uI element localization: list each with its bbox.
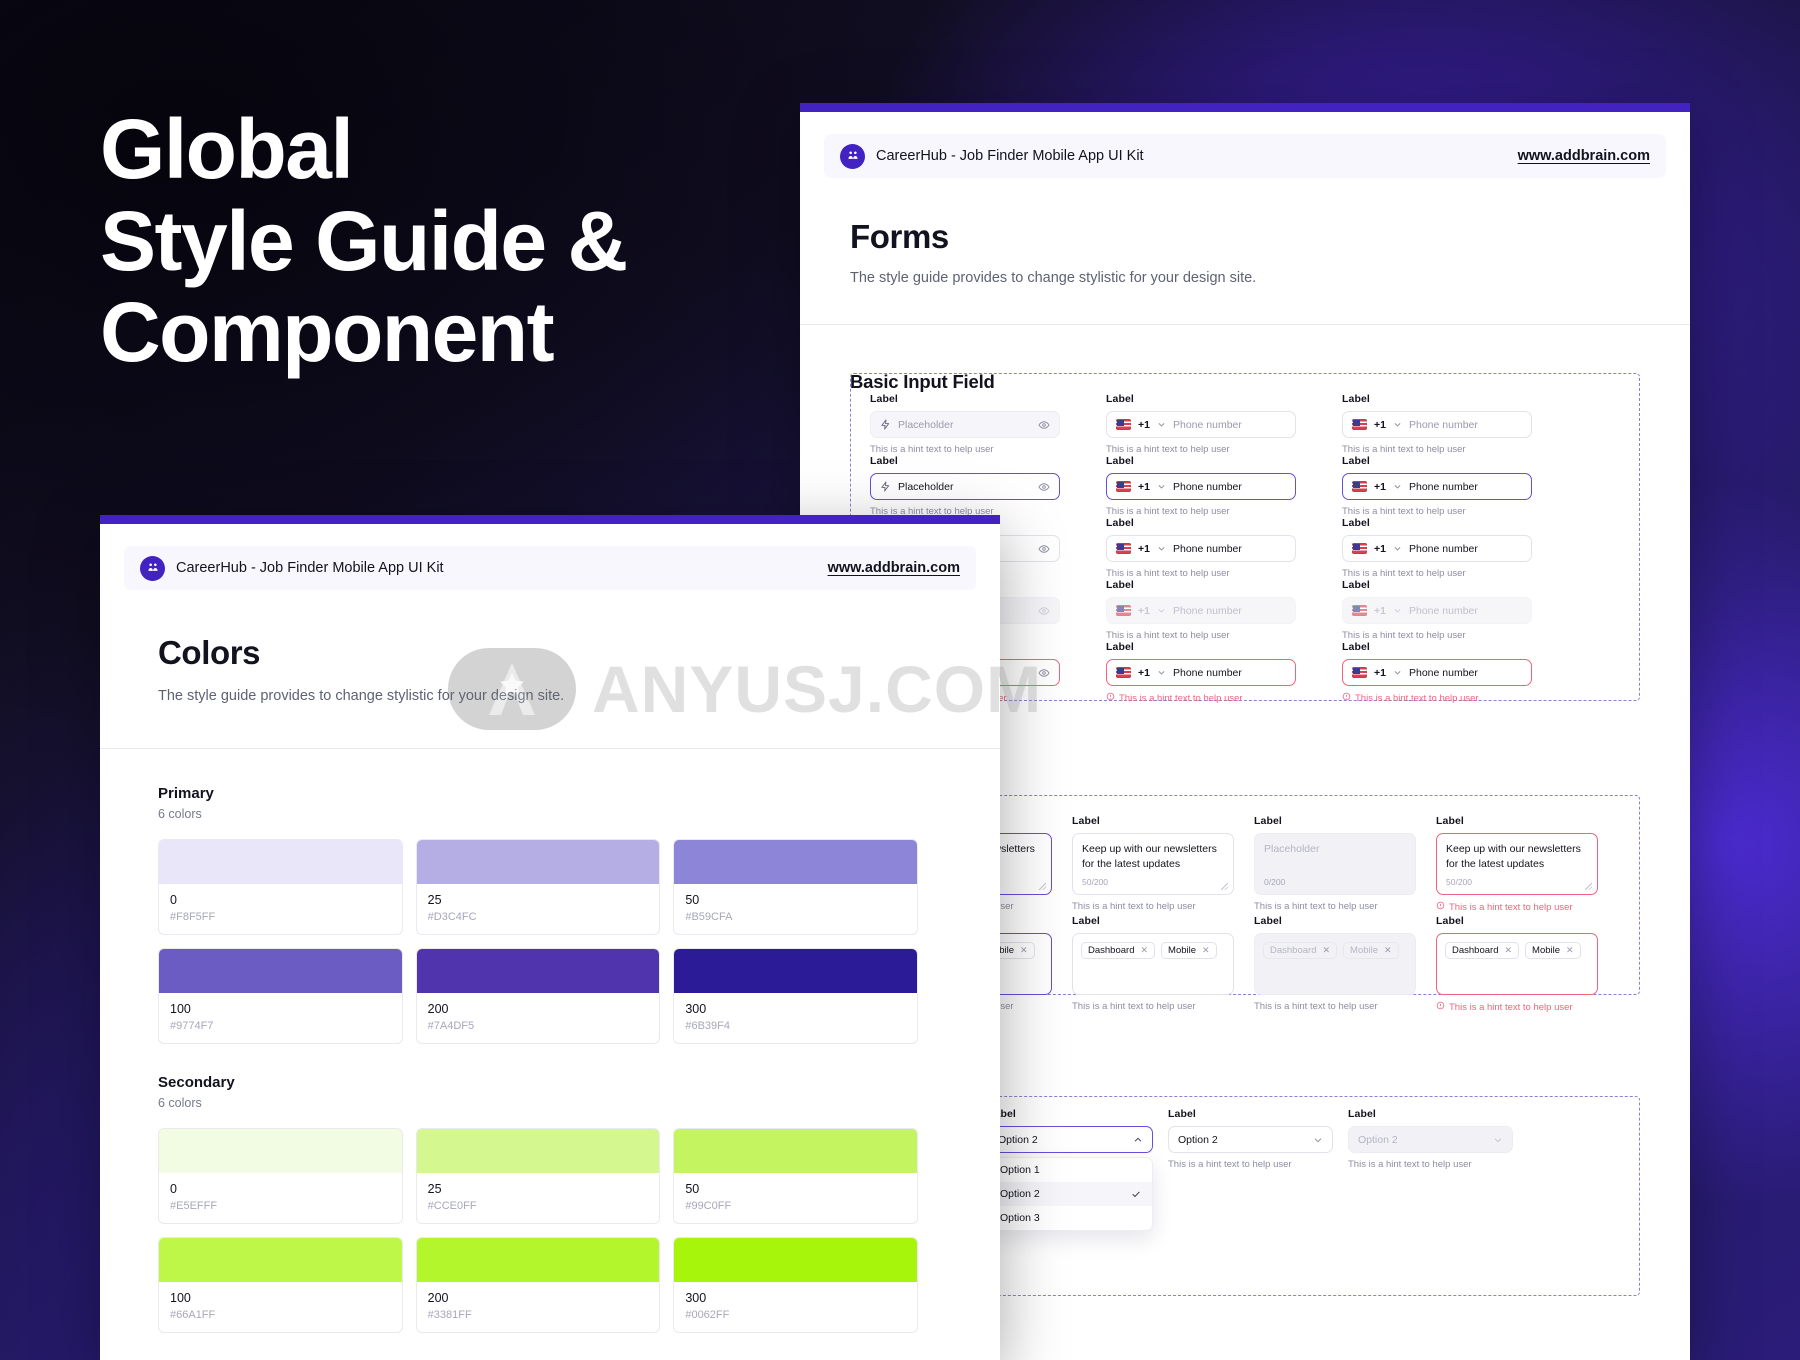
palette-name: Secondary [158, 1074, 235, 1091]
swatch-color [416, 1129, 660, 1173]
swatch-card[interactable]: 0 #F8F5FF [158, 839, 403, 935]
kit-header-left: CareerHub - Job Finder Mobile App UI Kit [140, 555, 444, 581]
kit-header-colors: CareerHub - Job Finder Mobile App UI Kit… [124, 546, 976, 590]
kit-header-left: CareerHub - Job Finder Mobile App UI Kit [840, 143, 1144, 169]
swatch-card[interactable]: 25 #D3C4FC [415, 839, 661, 935]
colors-title: Colors [158, 634, 261, 671]
forms-divider [800, 324, 1690, 325]
page-title-line-2: Style Guide & [100, 193, 628, 288]
swatch-color [416, 840, 660, 884]
swatch-hex: #0062FF [685, 1309, 730, 1321]
swatch-meta: 0 #F8F5FF [159, 884, 402, 934]
swatch-step: 100 [170, 1002, 191, 1016]
swatch-meta: 50 #99C0FF [674, 1173, 917, 1223]
kit-header-url[interactable]: www.addbrain.com [1518, 148, 1650, 164]
swatch-meta: 100 #9774F7 [159, 993, 402, 1043]
palette-name: Primary [158, 785, 214, 802]
swatch-color [416, 949, 660, 993]
colors-divider [100, 748, 1000, 749]
page-title-line-1: Global [100, 102, 354, 196]
careerhub-logo-icon [140, 555, 165, 581]
swatch-card[interactable]: 100 #9774F7 [158, 948, 403, 1044]
swatch-color [674, 840, 917, 884]
kit-header-forms: CareerHub - Job Finder Mobile App UI Kit… [824, 134, 1666, 178]
palette-secondary: Secondary 6 colors 0 #E5EFFF 25 #CCE0FF [158, 1074, 918, 1333]
swatch-card[interactable]: 25 #CCE0FF [415, 1128, 661, 1224]
card-accent-bar [800, 103, 1690, 112]
swatch-hex: #CCE0FF [427, 1200, 477, 1212]
palette-count: 6 colors [158, 1096, 202, 1110]
swatch-hex: #66A1FF [170, 1309, 216, 1321]
swatch-step: 50 [685, 1182, 700, 1196]
swatch-card[interactable]: 300 #0062FF [673, 1237, 918, 1333]
swatch-color [159, 949, 402, 993]
swatch-meta: 100 #66A1FF [159, 1282, 402, 1332]
page-title-line-3: Component [100, 285, 555, 380]
swatch-card[interactable]: 300 #6B39F4 [673, 948, 918, 1044]
careerhub-logo-icon [840, 143, 865, 169]
swatch-hex: #F8F5FF [170, 911, 216, 923]
swatch-card[interactable]: 50 #99C0FF [673, 1128, 918, 1224]
swatch-hex: #9774F7 [170, 1020, 214, 1032]
swatch-meta: 200 #3381FF [417, 1282, 660, 1332]
swatch-color [674, 1238, 917, 1282]
swatch-card[interactable]: 200 #3381FF [415, 1237, 661, 1333]
swatch-step: 200 [427, 1002, 449, 1016]
swatch-card[interactable]: 50 #B59CFA [673, 839, 918, 935]
swatch-hex: #D3C4FC [427, 911, 477, 923]
colors-card: CareerHub - Job Finder Mobile App UI Kit… [100, 515, 1000, 1360]
swatch-step: 0 [170, 893, 177, 907]
swatch-meta: 25 #CCE0FF [417, 1173, 660, 1223]
swatch-hex: #E5EFFF [170, 1200, 218, 1212]
swatch-step: 25 [427, 1182, 442, 1196]
swatch-step: 300 [685, 1291, 707, 1305]
forms-subtitle: The style guide provides to change styli… [850, 270, 1257, 286]
swatch-step: 25 [427, 893, 442, 907]
palette-primary: Primary 6 colors 0 #F8F5FF 25 #D3C4FC 50… [158, 785, 918, 1044]
kit-header-title: CareerHub - Job Finder Mobile App UI Kit [876, 148, 1144, 164]
swatch-hex: #99C0FF [685, 1200, 732, 1212]
swatch-color [416, 1238, 660, 1282]
swatch-meta: 300 #0062FF [674, 1282, 917, 1332]
swatch-color [674, 1129, 917, 1173]
swatch-card[interactable]: 100 #66A1FF [158, 1237, 403, 1333]
swatch-step: 300 [685, 1002, 707, 1016]
swatch-color [159, 1129, 402, 1173]
kit-header-title: CareerHub - Job Finder Mobile App UI Kit [176, 560, 444, 576]
kit-header-url[interactable]: www.addbrain.com [828, 560, 960, 576]
colors-subtitle: The style guide provides to change styli… [158, 688, 565, 704]
swatch-step: 0 [170, 1182, 177, 1196]
swatch-hex: #3381FF [427, 1309, 472, 1321]
swatch-meta: 200 #7A4DF5 [417, 993, 660, 1043]
forms-title: Forms [850, 218, 949, 255]
swatch-meta: 50 #B59CFA [674, 884, 917, 934]
swatch-meta: 300 #6B39F4 [674, 993, 917, 1043]
swatch-card[interactable]: 0 #E5EFFF [158, 1128, 403, 1224]
card-accent-bar [100, 515, 1000, 524]
swatch-hex: #7A4DF5 [427, 1020, 475, 1032]
page-title: Global Style Guide & Component [100, 102, 628, 380]
swatch-hex: #6B39F4 [685, 1020, 730, 1032]
swatch-grid-secondary: 0 #E5EFFF 25 #CCE0FF 50 #99C0FF 100 #66A… [158, 1128, 918, 1333]
swatch-color [159, 840, 402, 884]
swatch-step: 200 [427, 1291, 449, 1305]
swatch-step: 100 [170, 1291, 191, 1305]
swatch-grid-primary: 0 #F8F5FF 25 #D3C4FC 50 #B59CFA 100 #977… [158, 839, 918, 1044]
swatch-card[interactable]: 200 #7A4DF5 [415, 948, 661, 1044]
swatch-color [674, 949, 917, 993]
swatch-meta: 25 #D3C4FC [417, 884, 660, 934]
swatch-meta: 0 #E5EFFF [159, 1173, 402, 1223]
palette-count: 6 colors [158, 807, 202, 821]
swatch-color [159, 1238, 402, 1282]
swatch-step: 50 [685, 893, 700, 907]
swatch-hex: #B59CFA [685, 911, 733, 923]
